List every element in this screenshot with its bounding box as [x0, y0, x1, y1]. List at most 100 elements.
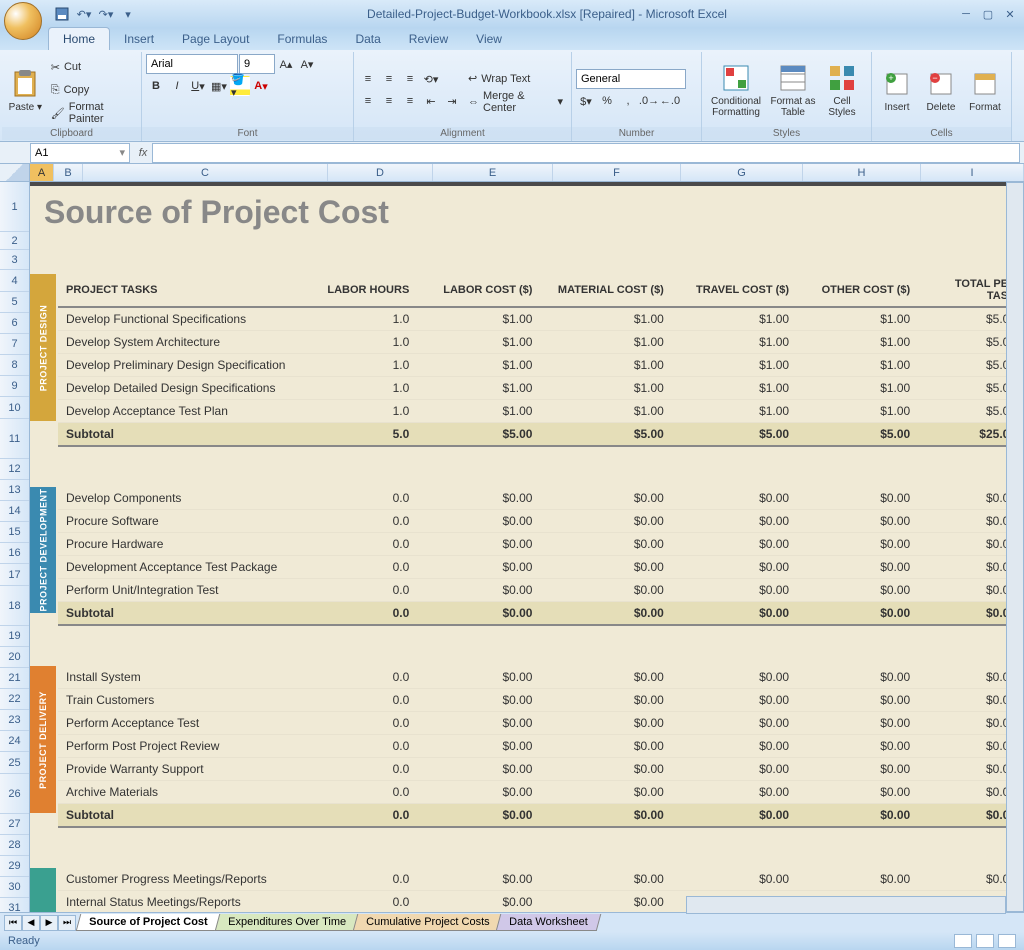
row-header-27[interactable]: 27 [0, 814, 29, 835]
value-cell[interactable]: $1.00 [672, 400, 797, 423]
row-header-6[interactable]: 6 [0, 313, 29, 334]
value-cell[interactable]: $0.00 [672, 689, 797, 712]
value-cell[interactable]: $0.00 [540, 891, 671, 914]
table-row[interactable]: Provide Warranty Support0.0$0.00$0.00$0.… [58, 758, 1024, 781]
percent-button[interactable]: % [597, 91, 617, 111]
task-cell[interactable]: Develop System Architecture [58, 331, 310, 354]
row-header-22[interactable]: 22 [0, 689, 29, 710]
value-cell[interactable]: $0.00 [540, 510, 671, 533]
task-cell[interactable]: Perform Post Project Review [58, 735, 310, 758]
value-cell[interactable]: $1.00 [672, 331, 797, 354]
value-cell[interactable]: $0.00 [672, 712, 797, 735]
value-cell[interactable]: $0.00 [672, 666, 797, 689]
row-header-11[interactable]: 11 [0, 419, 29, 459]
value-cell[interactable]: $0.00 [797, 868, 918, 891]
value-cell[interactable]: $0.00 [672, 510, 797, 533]
row-header-23[interactable]: 23 [0, 710, 29, 731]
value-cell[interactable]: $0.00 [540, 487, 671, 510]
value-cell[interactable]: 0.0 [310, 868, 418, 891]
column-header-I[interactable]: I [921, 164, 1024, 181]
ribbon-tab-home[interactable]: Home [48, 27, 110, 50]
format-painter-button[interactable]: 🖌Format Painter [47, 102, 137, 124]
qat-save-icon[interactable] [52, 4, 72, 24]
value-cell[interactable]: 1.0 [310, 354, 418, 377]
value-cell[interactable]: $0.00 [540, 735, 671, 758]
task-cell[interactable]: Procure Software [58, 510, 310, 533]
wrap-text-button[interactable]: ↩Wrap Text [464, 68, 567, 90]
value-cell[interactable]: $0.00 [672, 487, 797, 510]
table-row[interactable]: Develop Preliminary Design Specification… [58, 354, 1024, 377]
row-header-2[interactable]: 2 [0, 232, 29, 250]
value-cell[interactable]: 1.0 [310, 331, 418, 354]
value-cell[interactable]: $0.00 [672, 758, 797, 781]
column-header-F[interactable]: F [553, 164, 681, 181]
sheet-tab-2[interactable]: Cumulative Project Costs [352, 914, 502, 931]
align-top-icon[interactable]: ≡ [358, 69, 378, 89]
conditional-formatting-button[interactable]: Conditional Formatting [706, 54, 766, 126]
vertical-scrollbar[interactable] [1006, 182, 1024, 912]
fill-color-button[interactable]: 🪣▾ [230, 76, 250, 96]
value-cell[interactable]: $0.00 [797, 487, 918, 510]
value-cell[interactable]: $0.00 [417, 758, 540, 781]
format-cells-button[interactable]: Format [964, 54, 1006, 126]
cell-styles-button[interactable]: Cell Styles [820, 54, 864, 126]
column-header-B[interactable]: B [54, 164, 83, 181]
underline-button[interactable]: U▾ [188, 76, 208, 96]
orientation-icon[interactable]: ⟲▾ [421, 69, 441, 89]
value-cell[interactable]: 0.0 [310, 712, 418, 735]
align-left-icon[interactable]: ≡ [358, 91, 378, 111]
horizontal-scrollbar[interactable] [686, 896, 1006, 914]
value-cell[interactable]: $0.00 [797, 689, 918, 712]
value-cell[interactable]: $0.00 [672, 781, 797, 804]
sheet-title[interactable]: Source of Project Cost [30, 186, 1024, 236]
align-middle-icon[interactable]: ≡ [379, 69, 399, 89]
value-cell[interactable]: $0.00 [540, 758, 671, 781]
value-cell[interactable]: $1.00 [797, 331, 918, 354]
value-cell[interactable]: $1.00 [540, 354, 671, 377]
font-name-input[interactable] [146, 54, 238, 74]
task-cell[interactable]: Train Customers [58, 689, 310, 712]
value-cell[interactable]: 0.0 [310, 689, 418, 712]
value-cell[interactable]: $1.00 [417, 307, 540, 331]
row-header-21[interactable]: 21 [0, 668, 29, 689]
ribbon-tab-formulas[interactable]: Formulas [263, 28, 341, 50]
value-cell[interactable]: $0.00 [540, 579, 671, 602]
table-row[interactable]: Procure Software0.0$0.00$0.00$0.00$0.00$… [58, 510, 1024, 533]
align-center-icon[interactable]: ≡ [379, 91, 399, 111]
row-header-19[interactable]: 19 [0, 626, 29, 647]
table-row[interactable]: Develop Acceptance Test Plan1.0$1.00$1.0… [58, 400, 1024, 423]
select-all-button[interactable] [0, 164, 30, 181]
ribbon-tab-page-layout[interactable]: Page Layout [168, 28, 263, 50]
value-cell[interactable]: $0.00 [417, 666, 540, 689]
value-cell[interactable]: $0.00 [417, 868, 540, 891]
column-header-H[interactable]: H [803, 164, 921, 181]
value-cell[interactable]: $0.00 [540, 712, 671, 735]
value-cell[interactable]: $0.00 [797, 735, 918, 758]
table-row[interactable]: Develop Components0.0$0.00$0.00$0.00$0.0… [58, 487, 1024, 510]
value-cell[interactable]: 0.0 [310, 510, 418, 533]
value-cell[interactable]: 0.0 [310, 666, 418, 689]
maximize-icon[interactable]: ▢ [978, 4, 998, 24]
name-box[interactable]: A1 ▾ [30, 143, 130, 163]
value-cell[interactable]: $0.00 [540, 533, 671, 556]
value-cell[interactable]: $1.00 [797, 354, 918, 377]
subtotal-row[interactable]: Subtotal0.0$0.00$0.00$0.00$0.00$0.00 [58, 602, 1024, 626]
value-cell[interactable]: $1.00 [417, 331, 540, 354]
grow-font-icon[interactable]: A▴ [276, 54, 296, 74]
task-cell[interactable]: Develop Functional Specifications [58, 307, 310, 331]
value-cell[interactable]: $0.00 [417, 689, 540, 712]
table-row[interactable]: Archive Materials0.0$0.00$0.00$0.00$0.00… [58, 781, 1024, 804]
table-header[interactable]: LABOR HOURS [310, 274, 418, 307]
value-cell[interactable]: $0.00 [540, 781, 671, 804]
font-size-input[interactable] [239, 54, 275, 74]
align-bottom-icon[interactable]: ≡ [400, 69, 420, 89]
column-header-E[interactable]: E [433, 164, 553, 181]
row-header-25[interactable]: 25 [0, 752, 29, 774]
value-cell[interactable]: $0.00 [417, 487, 540, 510]
value-cell[interactable]: $0.00 [417, 556, 540, 579]
value-cell[interactable]: $0.00 [540, 666, 671, 689]
table-header[interactable]: LABOR COST ($) [417, 274, 540, 307]
table-row[interactable]: Customer Progress Meetings/Reports0.0$0.… [58, 868, 1024, 891]
tab-nav-last-icon[interactable]: ⏭ [58, 915, 76, 931]
table-header[interactable]: OTHER COST ($) [797, 274, 918, 307]
